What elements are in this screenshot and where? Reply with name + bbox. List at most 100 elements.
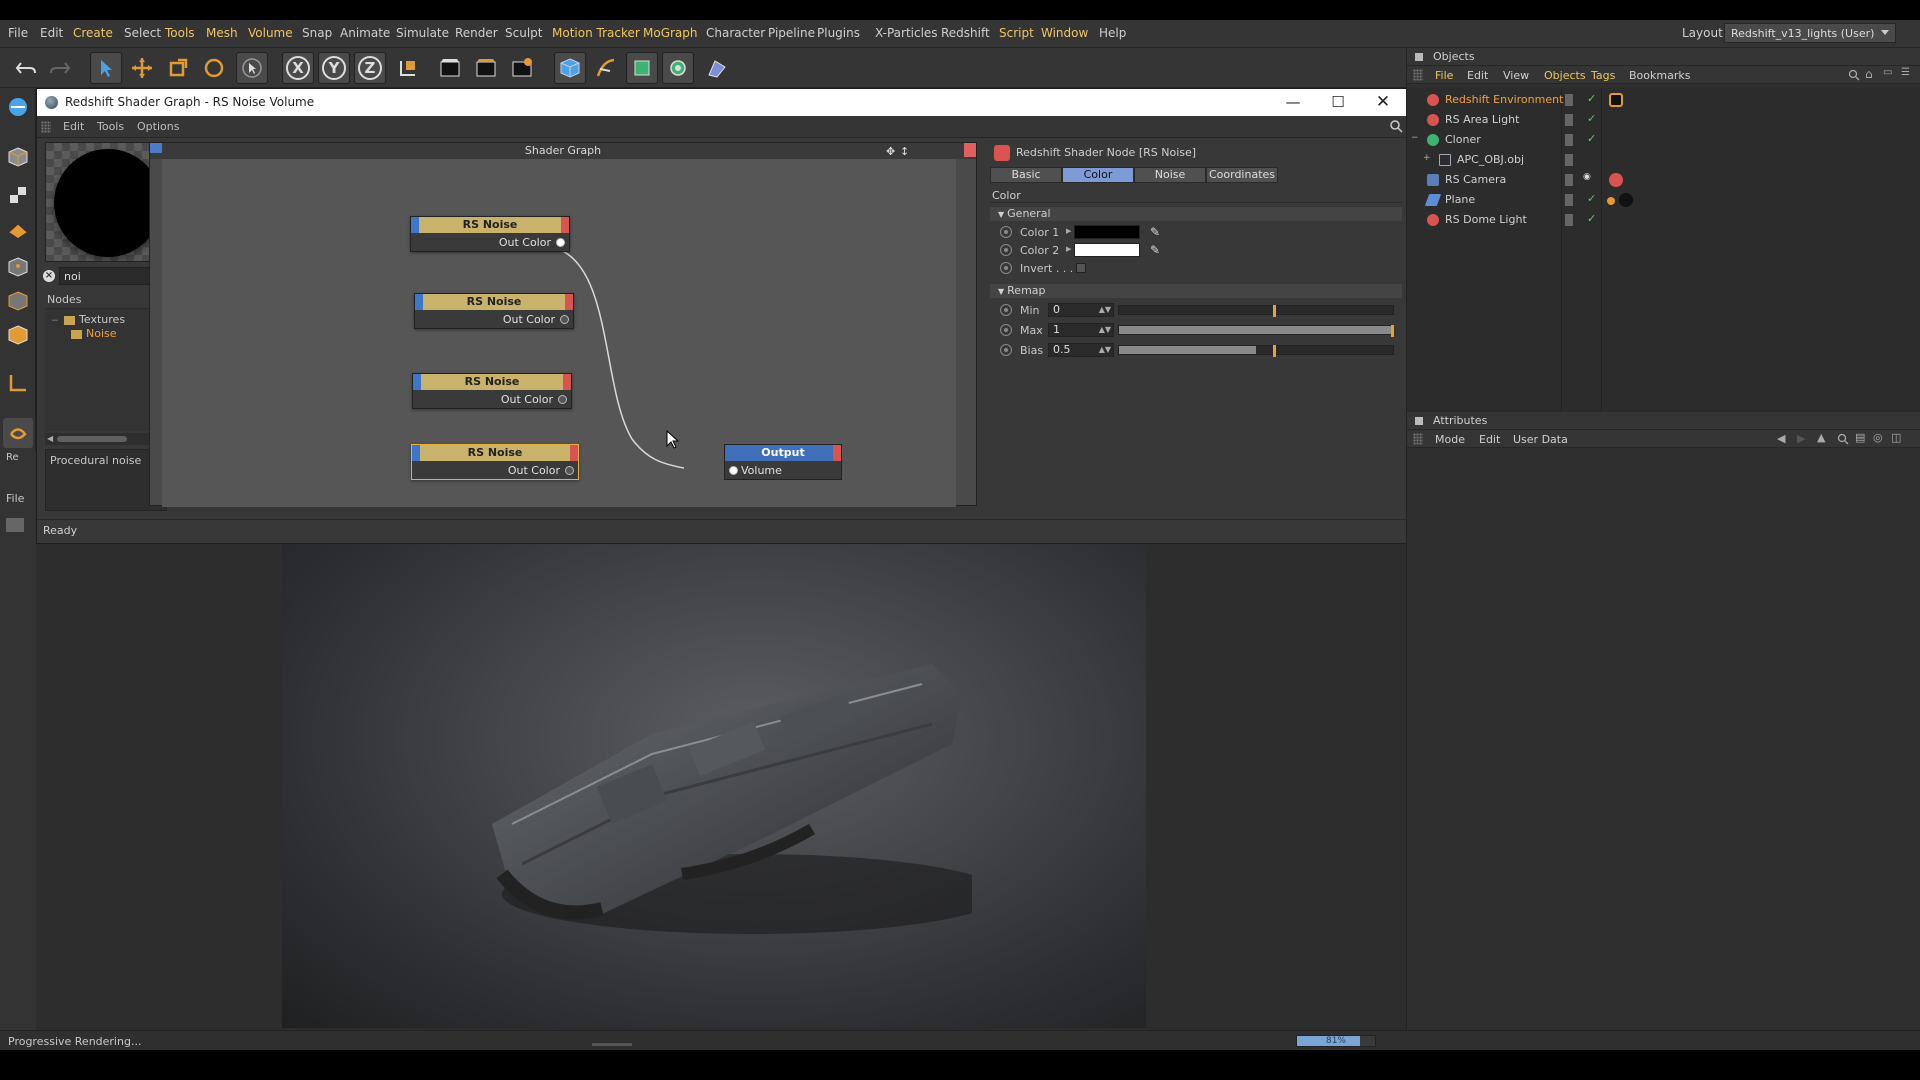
tree-item-noise[interactable]: Noise — [71, 327, 117, 340]
material-tag-icon[interactable] — [1619, 193, 1633, 207]
object-name[interactable]: APC_OBJ.obj — [1457, 153, 1524, 166]
color1-swatch[interactable] — [1074, 225, 1140, 239]
up-arrow-icon[interactable]: ▲ — [1817, 431, 1825, 444]
layer-icon[interactable] — [1565, 94, 1573, 106]
out-color-port[interactable] — [558, 395, 567, 404]
expand-tree-icon[interactable]: + — [1423, 153, 1431, 163]
slider-handle[interactable] — [1391, 325, 1394, 337]
menu-create[interactable]: Create — [73, 26, 113, 40]
object-name[interactable]: RS Camera — [1445, 173, 1506, 186]
color2-swatch[interactable] — [1074, 243, 1140, 257]
spinner-icon[interactable]: ▲▼ — [1099, 304, 1111, 316]
target-icon[interactable]: ◎ — [1873, 431, 1883, 444]
object-name[interactable]: RS Area Light — [1445, 113, 1519, 126]
resize-handle[interactable] — [592, 1043, 632, 1046]
node-header[interactable]: RS Noise — [411, 217, 569, 233]
tweak-mode-icon[interactable] — [3, 418, 33, 448]
polygons-mode-icon[interactable] — [3, 320, 33, 350]
node-header[interactable]: RS Noise — [415, 294, 573, 310]
output-node-header[interactable]: Output — [725, 445, 841, 461]
live-select-icon[interactable] — [236, 52, 268, 84]
spinner-icon[interactable]: ▲▼ — [1099, 344, 1111, 356]
render-region-icon[interactable] — [434, 52, 466, 84]
min-input[interactable]: 0 ▲▼ — [1048, 303, 1114, 317]
eyedropper-icon[interactable]: ✎ — [1150, 225, 1160, 239]
scale-icon[interactable] — [162, 52, 194, 84]
texture-mode-icon[interactable] — [3, 180, 33, 210]
attributes-menu-mode[interactable]: Mode — [1435, 433, 1465, 446]
enabled-check-icon[interactable]: ✓ — [1587, 132, 1596, 145]
node-header[interactable]: RS Noise — [412, 445, 578, 461]
scroll-left-icon[interactable]: ◀ — [47, 434, 53, 443]
clear-search-icon[interactable]: × — [43, 270, 55, 282]
object-name[interactable]: Redshift Environment — [1445, 93, 1563, 106]
expand-tree-icon[interactable]: − — [1411, 133, 1419, 143]
object-row-redshift-environment[interactable]: Redshift Environment ✓ — [1407, 90, 1920, 110]
tab-coordinates[interactable]: Coordinates — [1206, 167, 1278, 183]
menu-render[interactable]: Render — [455, 26, 498, 40]
menu-snap[interactable]: Snap — [302, 26, 332, 40]
grip-icon[interactable] — [1413, 433, 1423, 445]
tab-noise[interactable]: Noise — [1134, 167, 1206, 183]
rs-noise-node-3[interactable]: RS Noise Out Color — [412, 373, 572, 409]
z-axis-icon[interactable]: Z — [354, 52, 386, 84]
menu-select[interactable]: Select — [124, 26, 161, 40]
object-row-cloner[interactable]: − Cloner ✓ — [1407, 130, 1920, 150]
left-mini-file[interactable]: File — [6, 492, 24, 505]
menu-motion-tracker[interactable]: Motion Tracker — [552, 26, 640, 40]
panel-options-icon[interactable]: ☰ — [1901, 67, 1910, 78]
bias-slider[interactable] — [1118, 345, 1394, 357]
max-input[interactable]: 1 ▲▼ — [1048, 323, 1114, 337]
tree-expand-icon[interactable]: − — [51, 316, 59, 326]
deformer-icon[interactable] — [700, 52, 732, 84]
panel-menu-icon[interactable] — [1415, 417, 1423, 425]
layout-dropdown[interactable]: Redshift_v13_lights (User) — [1724, 23, 1896, 43]
menu-simulate[interactable]: Simulate — [396, 26, 449, 40]
search-icon[interactable] — [1848, 69, 1860, 84]
texture-tag-icon[interactable] — [1607, 197, 1615, 205]
expand-icon[interactable]: ▶ — [1066, 227, 1071, 235]
objects-menu-tags[interactable]: Tags — [1591, 69, 1615, 82]
animate-radio-icon[interactable] — [1000, 226, 1012, 238]
select-arrow-icon[interactable] — [90, 52, 122, 84]
animate-radio-icon[interactable] — [1000, 262, 1012, 274]
eyedropper-icon[interactable]: ✎ — [1150, 243, 1160, 257]
out-color-port[interactable] — [560, 315, 569, 324]
clapper-icon[interactable] — [6, 518, 24, 532]
menu-edit[interactable]: Edit — [40, 26, 63, 40]
object-row-rs-camera[interactable]: RS Camera ◉ — [1407, 170, 1920, 190]
pan-icon[interactable]: ✥ — [886, 145, 895, 158]
workplane-icon[interactable] — [3, 214, 33, 244]
enabled-check-icon[interactable]: ✓ — [1587, 212, 1596, 225]
group-remap[interactable]: ▼ Remap — [990, 284, 1402, 298]
tab-basic[interactable]: Basic — [990, 167, 1062, 183]
enabled-check-icon[interactable]: ✓ — [1587, 192, 1596, 205]
grip-icon[interactable] — [1413, 69, 1423, 81]
object-name[interactable]: Cloner — [1445, 133, 1481, 146]
objects-menu-bookmarks[interactable]: Bookmarks — [1629, 69, 1690, 82]
pen-icon[interactable] — [590, 52, 622, 84]
slider-handle[interactable] — [1273, 345, 1276, 357]
model-mode-icon[interactable] — [3, 142, 33, 172]
lock-icon[interactable]: ▤ — [1855, 431, 1865, 444]
forward-arrow-icon[interactable]: ▶ — [1797, 432, 1805, 445]
minimize-icon[interactable]: — — [1278, 92, 1308, 112]
make-editable-icon[interactable] — [3, 92, 33, 122]
animate-radio-icon[interactable] — [1000, 244, 1012, 256]
grip-icon[interactable] — [41, 121, 51, 133]
enabled-check-icon[interactable]: ✓ — [1587, 92, 1596, 105]
panel-menu-icon[interactable] — [1415, 53, 1423, 61]
zoom-icon[interactable]: ↕ — [900, 145, 909, 158]
menu-mograph[interactable]: MoGraph — [643, 26, 698, 40]
search-icon[interactable] — [1389, 119, 1403, 136]
x-axis-icon[interactable]: X — [282, 52, 314, 84]
shader-window-titlebar[interactable]: Redshift Shader Graph - RS Noise Volume … — [37, 89, 1406, 116]
scrollbar-thumb[interactable] — [57, 436, 127, 442]
coordinate-icon[interactable] — [392, 52, 424, 84]
maximize-icon[interactable]: ☐ — [1323, 92, 1353, 112]
menu-script[interactable]: Script — [999, 26, 1034, 40]
menu-character[interactable]: Character — [706, 26, 765, 40]
objects-menu-view[interactable]: View — [1503, 69, 1529, 82]
min-slider[interactable] — [1118, 305, 1394, 317]
menu-mesh[interactable]: Mesh — [206, 26, 238, 40]
